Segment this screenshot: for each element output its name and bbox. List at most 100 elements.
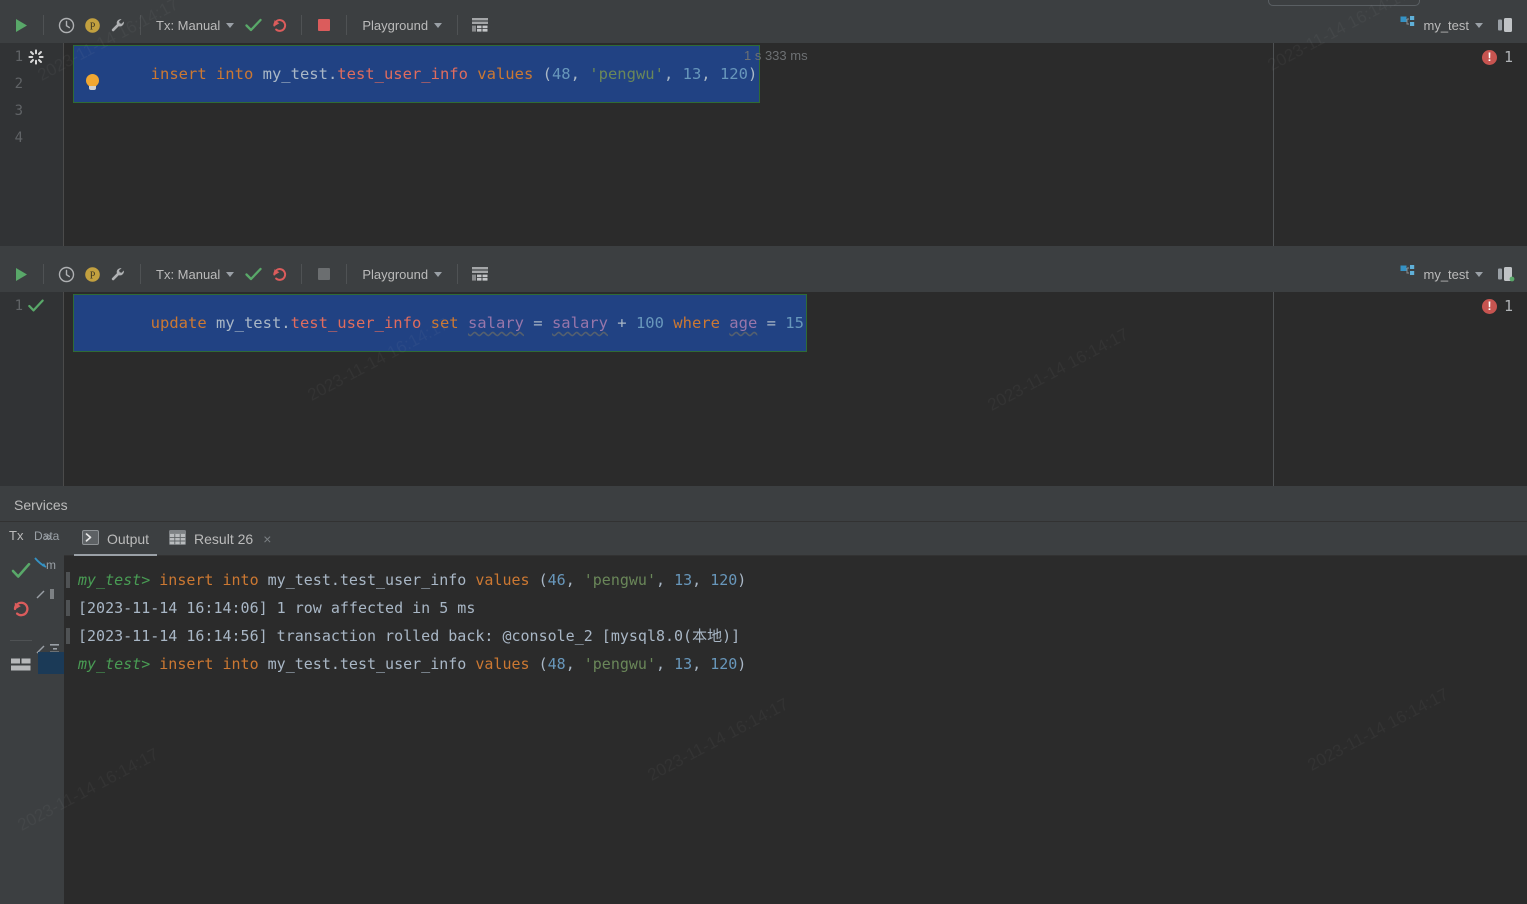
- console-tabstrip: Output Result 26 ×: [64, 522, 1527, 556]
- tx-mode-label: Tx: Manual: [156, 17, 221, 33]
- line-number: 4: [14, 130, 23, 146]
- commit-checkmark-icon[interactable]: [240, 261, 266, 287]
- error-icon: !: [1481, 298, 1497, 314]
- toolstrip-divider: [9, 640, 32, 641]
- connection-arrow-icon: [34, 556, 48, 573]
- table-layout-icon[interactable]: [467, 12, 493, 38]
- editor-code-area-2[interactable]: update my_test.test_user_info set salary…: [64, 292, 1527, 486]
- schema-label: Playground: [362, 266, 429, 282]
- editor-code-area-1[interactable]: insert into my_test.test_user_info value…: [64, 43, 1527, 246]
- rollback-icon[interactable]: [266, 12, 292, 38]
- line-number: 1: [14, 298, 23, 314]
- chevron-down-icon: [434, 22, 443, 28]
- profile-badge-icon[interactable]: P: [79, 12, 105, 38]
- tx-mode-label: Tx: Manual: [156, 266, 221, 282]
- console-line: my_test> insert into my_test.test_user_i…: [78, 655, 747, 673]
- datasource-selector-1[interactable]: my_test: [1394, 14, 1489, 36]
- sql-tokens-2: update my_test.test_user_info set salary…: [150, 314, 804, 332]
- services-panel: Services Data m Tx » Output Result 26 × …: [0, 488, 1527, 904]
- schema-selector-1[interactable]: Playground: [356, 13, 448, 37]
- editor-toolbar-right-1: my_test: [1394, 7, 1519, 43]
- services-panel-body: Data m Tx » Output Result 26 × my_test> …: [0, 522, 1527, 904]
- history-icon[interactable]: [53, 12, 79, 38]
- editor-body-2[interactable]: 1 update my_test.test_user_info set sala…: [0, 292, 1527, 486]
- run-icon[interactable]: [8, 12, 34, 38]
- error-count: 1: [1503, 297, 1513, 315]
- sql-statement-line-1[interactable]: insert into my_test.test_user_info value…: [72, 45, 761, 103]
- svg-text:P: P: [89, 21, 95, 32]
- error-indicator-2[interactable]: ! 1: [1481, 297, 1513, 315]
- stop-icon: [311, 261, 337, 287]
- console-output-icon: [82, 529, 99, 548]
- table-view-icon[interactable]: [10, 657, 32, 678]
- rollback-icon[interactable]: [11, 599, 31, 624]
- fold-marker[interactable]: [66, 628, 70, 644]
- editor-body-1[interactable]: 1 2 3 4 insert into my_test.test_user_in…: [0, 43, 1527, 246]
- svg-text:P: P: [89, 270, 95, 281]
- toolbar-separator: [43, 264, 44, 284]
- line-number: 3: [14, 103, 23, 119]
- overflow-menu-button[interactable]: »: [44, 528, 52, 544]
- connection-status-icon[interactable]: [1493, 12, 1519, 38]
- editor-gutter-1[interactable]: 1 2 3 4: [0, 43, 64, 246]
- commit-checkmark-icon[interactable]: [240, 12, 266, 38]
- wrench-icon[interactable]: [105, 12, 131, 38]
- close-icon[interactable]: ×: [263, 531, 271, 547]
- toolbar-separator: [140, 15, 141, 35]
- fold-marker[interactable]: [66, 572, 70, 588]
- tab-result-26[interactable]: Result 26 ×: [161, 522, 279, 556]
- toolbar-separator: [346, 15, 348, 35]
- editor-gutter-2[interactable]: 1: [0, 292, 64, 486]
- rollback-icon[interactable]: [266, 261, 292, 287]
- toolbar-separator: [301, 15, 303, 35]
- console-output[interactable]: my_test> insert into my_test.test_user_i…: [64, 556, 1527, 904]
- top-stub-bar: [0, 0, 1527, 7]
- editor-tab-stub[interactable]: [1268, 0, 1420, 6]
- toolbar-separator: [301, 264, 303, 284]
- connection-status-icon[interactable]: [1493, 261, 1519, 287]
- sql-editor-pane-1: P Tx: Manual Playground my_test 1 2 3 4 …: [0, 7, 1527, 246]
- toolbar-separator: [457, 15, 459, 35]
- tx-tab-label[interactable]: Tx: [9, 528, 23, 543]
- sql-statement-line-2[interactable]: update my_test.test_user_info set salary…: [73, 294, 807, 352]
- result-grid-icon: [169, 529, 187, 548]
- toolbar-separator: [457, 264, 459, 284]
- sql-editor-pane-2: P Tx: Manual Playground my_test 1 update…: [0, 256, 1527, 486]
- datasource-selector-2[interactable]: my_test: [1394, 263, 1489, 285]
- schema-selector-2[interactable]: Playground: [356, 262, 448, 286]
- chevron-down-icon: [226, 22, 235, 28]
- database-schema-icon: [1400, 16, 1417, 34]
- fold-marker[interactable]: [66, 600, 70, 616]
- tab-label: Output: [107, 530, 150, 547]
- schema-label: Playground: [362, 17, 429, 33]
- chevron-down-icon: [1475, 271, 1483, 277]
- database-schema-icon: [1400, 265, 1417, 283]
- tree-node-selected[interactable]: [38, 652, 64, 674]
- toolbar-separator: [43, 15, 44, 35]
- table-layout-icon[interactable]: [467, 261, 493, 287]
- tab-label: Result 26: [194, 530, 254, 547]
- stop-icon[interactable]: [311, 12, 337, 38]
- run-icon[interactable]: [8, 261, 34, 287]
- tx-mode-selector-1[interactable]: Tx: Manual: [150, 13, 240, 37]
- profile-badge-icon[interactable]: P: [79, 261, 105, 287]
- chevron-down-icon: [226, 271, 235, 277]
- wrench-icon[interactable]: [105, 261, 131, 287]
- editor-toolbar-right-2: my_test: [1394, 256, 1519, 292]
- error-count: 1: [1503, 48, 1513, 66]
- history-icon[interactable]: [53, 261, 79, 287]
- tx-mode-selector-2[interactable]: Tx: Manual: [150, 262, 240, 286]
- right-margin-guide: [1273, 292, 1274, 486]
- services-tree[interactable]: Data m: [32, 522, 64, 904]
- sql-tokens-1: insert into my_test.test_user_info value…: [150, 65, 758, 83]
- datasource-label: my_test: [1423, 266, 1469, 282]
- datasource-label: my_test: [1423, 17, 1469, 33]
- tab-output[interactable]: Output: [74, 522, 158, 556]
- error-indicator-1[interactable]: ! 1: [1481, 48, 1513, 66]
- lightbulb-icon[interactable]: [86, 74, 99, 90]
- tree-node-item[interactable]: [36, 588, 62, 603]
- chevron-down-icon: [1475, 22, 1483, 28]
- commit-icon[interactable]: [11, 562, 31, 585]
- console-line: my_test> insert into my_test.test_user_i…: [78, 571, 747, 589]
- loading-spinner-icon: [28, 49, 44, 65]
